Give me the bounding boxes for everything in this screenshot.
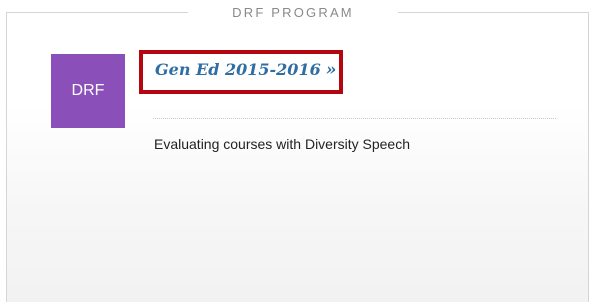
dotted-divider (153, 118, 556, 119)
chevron-right-icon: » (325, 60, 337, 80)
program-link-label: Gen Ed 2015-2016 (155, 60, 321, 79)
program-badge-label: DRF (71, 82, 105, 99)
program-description: Evaluating courses with Diversity Speech (154, 136, 411, 152)
section-title: DRF PROGRAM (188, 4, 398, 22)
program-link[interactable]: Gen Ed 2015-2016» (155, 60, 336, 80)
program-badge: DRF (51, 54, 125, 128)
